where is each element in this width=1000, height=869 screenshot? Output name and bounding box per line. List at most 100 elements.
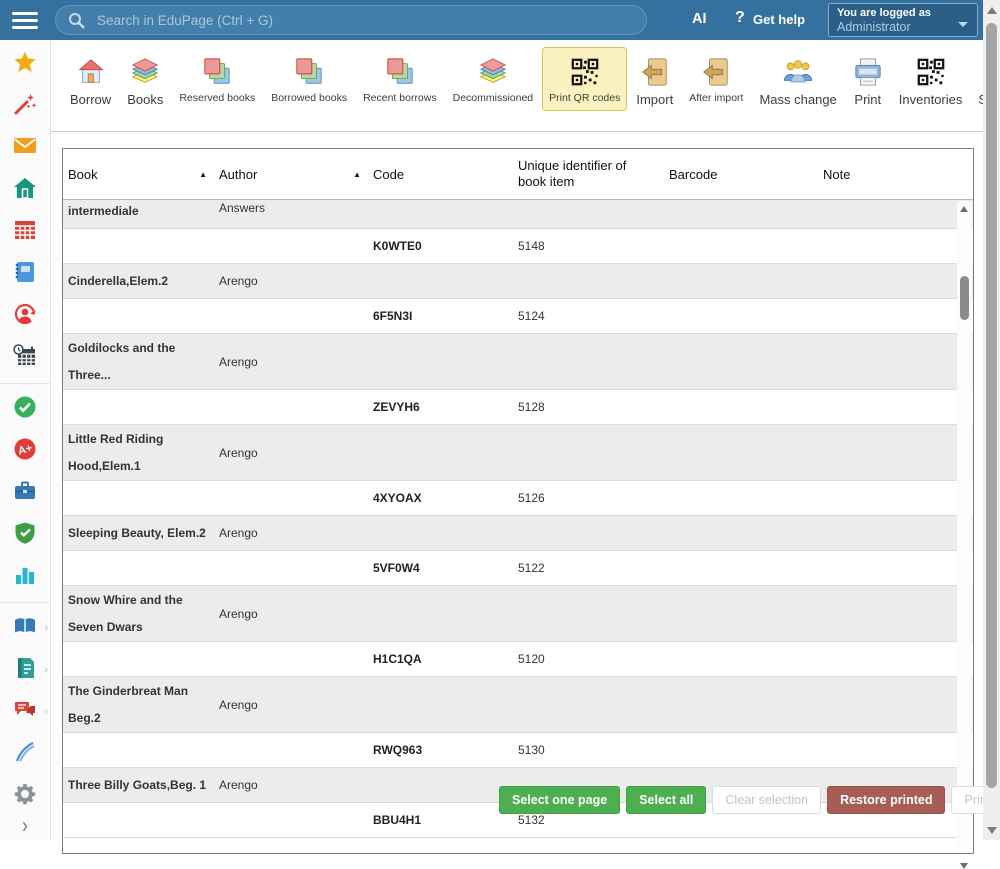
table-row-copy[interactable]: 5VF0W4 5122 [63, 551, 973, 586]
table-row-copy[interactable]: 6F5N3I 5124 [63, 299, 973, 334]
table-row-book[interactable]: Goldilocks and the Three... Arengo [63, 334, 973, 390]
column-header-author[interactable]: Author ▲ [219, 167, 373, 182]
sidebar-item-3[interactable] [11, 177, 39, 203]
sidebar-item-0[interactable] [11, 51, 39, 77]
book-open-icon [13, 614, 37, 643]
scroll-down-arrow-icon[interactable] [960, 863, 968, 869]
toolbar-item-inventories[interactable]: Inventories [892, 47, 970, 114]
restore-printed-button[interactable]: Restore printed [827, 786, 945, 814]
sidebar-item-16[interactable] [11, 741, 39, 767]
table-row-book[interactable]: Sleeping Beauty, Elem.2 Arengo [63, 516, 973, 551]
help-question-icon[interactable]: ? [735, 9, 745, 27]
sidebar-item-6[interactable] [11, 303, 39, 329]
toolbar-item-label: Decommissioned [453, 92, 534, 104]
check-circle-icon [13, 395, 37, 424]
copy-unique-id: 5130 [518, 743, 669, 757]
book-author: Answers [219, 200, 373, 215]
sidebar-item-5[interactable] [11, 261, 39, 287]
table-row-copy[interactable]: K0WTE0 5148 [63, 229, 973, 264]
sidebar-divider [0, 383, 51, 384]
sidebar-item-2[interactable] [11, 135, 39, 161]
copy-code: K0WTE0 [373, 239, 518, 253]
toolbar-item-import[interactable]: Import [629, 47, 680, 114]
column-header-unique-id[interactable]: Unique identifier of book item [518, 158, 669, 191]
sort-asc-icon: ▲ [353, 170, 361, 179]
get-help-button[interactable]: Get help [753, 12, 805, 27]
toolbar-item-reserved-books[interactable]: Reserved books [172, 47, 262, 111]
table-row-book[interactable]: Cinderella,Elem.2 Arengo [63, 264, 973, 299]
sidebar-item-15[interactable]: › [11, 699, 39, 725]
table-row-copy[interactable]: ZEVYH6 5128 [63, 390, 973, 425]
table-header: Book ▲ Author ▲ Code Unique identifier o… [63, 149, 973, 200]
left-sidebar: A+ › › › › [0, 40, 51, 840]
table-row-book[interactable]: The Ginderbreat Man Beg.2 Arengo [63, 677, 973, 733]
sidebar-item-14[interactable]: › [11, 657, 39, 683]
page-scrollbar[interactable] [983, 0, 1000, 840]
table-row-copy[interactable]: H1C1QA 5120 [63, 642, 973, 677]
squares-icon [294, 53, 324, 87]
select-one-page-button[interactable]: Select one page [499, 786, 620, 814]
squares-icon [202, 53, 232, 87]
toolbar-item-recent-borrows[interactable]: Recent borrows [356, 47, 444, 111]
sidebar-item-13[interactable]: › [11, 615, 39, 641]
book-title: Sleeping Beauty, Elem.2 [63, 520, 219, 547]
qr-code-icon [570, 53, 600, 87]
column-header-code[interactable]: Code [373, 167, 518, 182]
envelope-icon [13, 134, 37, 163]
page-scrollbar-thumb[interactable] [986, 23, 997, 788]
toolbar-item-mass-change[interactable]: Mass change [752, 47, 843, 114]
global-search[interactable] [55, 5, 647, 35]
toolbar-item-books[interactable]: Books [120, 47, 170, 114]
sidebar-item-4[interactable] [11, 219, 39, 245]
scroll-down-arrow-icon[interactable] [987, 827, 997, 834]
column-header-barcode[interactable]: Barcode [669, 167, 823, 182]
module-toolbar: Borrow Books Reserved books Borrowed boo… [51, 40, 983, 132]
toolbar-item-label: Print [854, 92, 881, 107]
table-row-copy[interactable]: 4XYOAX 5126 [63, 481, 973, 516]
book-author: Arengo [219, 446, 373, 460]
table-row-book[interactable]: Little Red Riding Hood,Elem.1 Arengo [63, 425, 973, 481]
scroll-up-arrow-icon[interactable] [987, 7, 997, 14]
sidebar-expand-button[interactable]: › [11, 809, 39, 843]
sidebar-item-9[interactable]: A+ [11, 438, 39, 464]
scroll-up-arrow-icon[interactable] [960, 206, 968, 212]
sidebar-item-12[interactable] [11, 564, 39, 590]
column-header-book[interactable]: Book ▲ [63, 167, 219, 182]
toolbar-item-label: Borrow [70, 92, 111, 107]
toolbar-item-borrow[interactable]: Borrow [63, 47, 118, 114]
table-row-copy[interactable]: RWQ963 5130 [63, 733, 973, 768]
toolbar-item-after-import[interactable]: After import [682, 47, 750, 111]
sidebar-item-8[interactable] [11, 396, 39, 422]
book-author: Arengo [219, 355, 373, 369]
chevron-right-icon: › [44, 622, 48, 634]
sidebar-item-7[interactable] [11, 345, 39, 371]
hamburger-menu-icon[interactable] [12, 12, 38, 29]
pen-icon [13, 740, 37, 769]
grade-a-plus-icon: A+ [13, 437, 37, 466]
top-bar: AI ? Get help You are logged as Administ… [0, 0, 983, 40]
search-input[interactable] [95, 12, 634, 29]
squares-icon [385, 53, 415, 87]
logged-in-dropdown[interactable]: You are logged as Administrator [828, 3, 978, 37]
toolbar-item-decommissioned[interactable]: Decommissioned [446, 47, 541, 111]
select-all-button[interactable]: Select all [626, 786, 706, 814]
toolbar-item-print-qr-codes[interactable]: Print QR codes [542, 47, 627, 111]
sidebar-item-17[interactable] [11, 783, 39, 809]
table-scrollbar-thumb[interactable] [960, 276, 969, 320]
ai-button[interactable]: AI [692, 11, 707, 27]
clear-selection-button[interactable]: Clear selection [712, 786, 821, 814]
column-header-note[interactable]: Note [823, 167, 957, 182]
toolbar-item-print[interactable]: Print [846, 47, 890, 114]
book-author: Arengo [219, 526, 373, 540]
sidebar-item-11[interactable] [11, 522, 39, 548]
layer-stack-icon [130, 53, 160, 87]
copy-unique-id: 5128 [518, 400, 669, 414]
table-scrollbar[interactable] [957, 201, 972, 853]
table-row-book[interactable]: Snow Whire and the Seven Dwars Arengo [63, 586, 973, 642]
book-title: intermediale [63, 200, 219, 218]
sidebar-item-1[interactable] [11, 93, 39, 119]
toolbar-item-borrowed-books[interactable]: Borrowed books [264, 47, 354, 111]
person-refresh-icon [13, 302, 37, 331]
table-row-book[interactable]: intermediale Answers [63, 200, 973, 229]
sidebar-item-10[interactable] [11, 480, 39, 506]
